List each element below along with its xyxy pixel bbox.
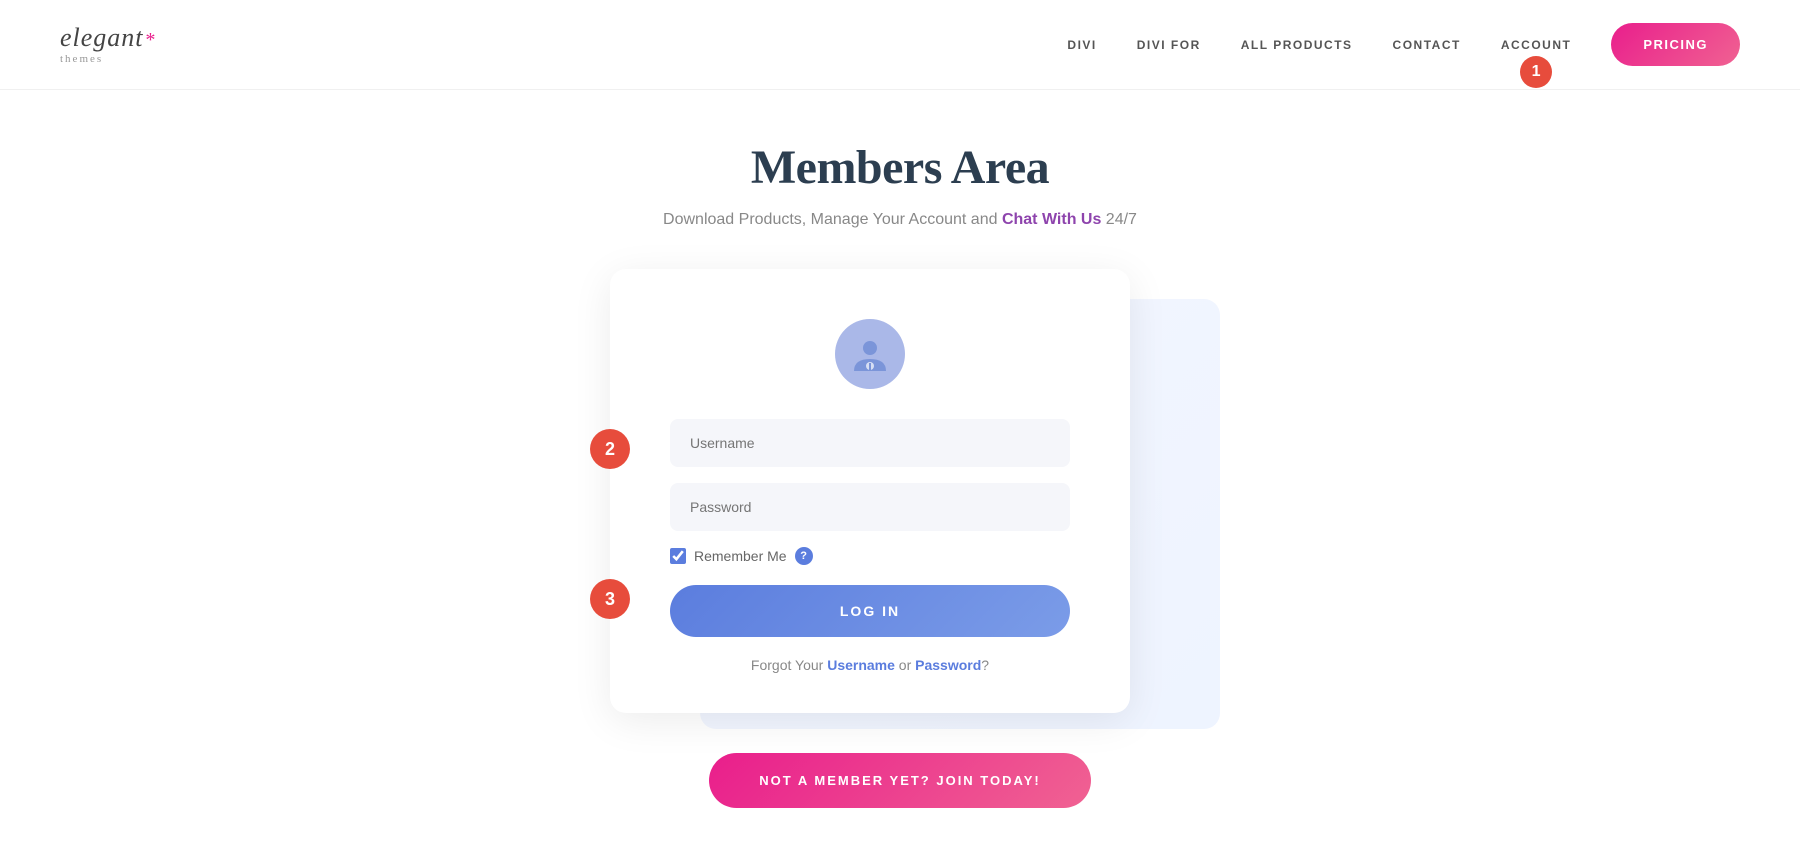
avatar bbox=[835, 319, 905, 389]
logo-star: * bbox=[145, 29, 156, 51]
nav-divi[interactable]: DIVI bbox=[1067, 38, 1096, 52]
forgot-prefix: Forgot Your bbox=[751, 657, 827, 673]
subtitle-prefix: Download Products, Manage Your Account a… bbox=[663, 211, 1002, 228]
page-title: Members Area bbox=[751, 140, 1049, 195]
nav-contact[interactable]: CONTACT bbox=[1393, 38, 1461, 52]
password-group bbox=[670, 483, 1070, 531]
username-input[interactable] bbox=[670, 419, 1070, 467]
login-card: Remember Me ? LOG IN Forgot Your Usernam… bbox=[610, 269, 1130, 713]
chat-link[interactable]: Chat With Us bbox=[1002, 211, 1101, 228]
logo-brand: elegant* bbox=[60, 23, 156, 52]
avatar-container bbox=[670, 319, 1070, 389]
badge-2: 2 bbox=[590, 429, 630, 469]
nav-all-products[interactable]: ALL PRODUCTS bbox=[1241, 38, 1353, 52]
join-button[interactable]: NOT A MEMBER YET? JOIN TODAY! bbox=[709, 753, 1090, 808]
nav-divi-for[interactable]: DIVI FOR bbox=[1137, 38, 1201, 52]
remember-label: Remember Me bbox=[694, 548, 787, 564]
subtitle-suffix: 24/7 bbox=[1101, 211, 1137, 228]
pricing-button[interactable]: PRICING bbox=[1611, 23, 1740, 66]
nav-account[interactable]: ACCOUNT bbox=[1501, 38, 1572, 52]
account-notification-badge: 1 bbox=[1520, 56, 1552, 88]
password-input[interactable] bbox=[670, 483, 1070, 531]
forgot-text: Forgot Your Username or Password? bbox=[670, 657, 1070, 673]
forgot-username-link[interactable]: Username bbox=[827, 657, 895, 673]
badge-3: 3 bbox=[590, 579, 630, 619]
remember-checkbox[interactable] bbox=[670, 548, 686, 564]
main-content: Members Area Download Products, Manage Y… bbox=[0, 90, 1800, 858]
forgot-password-link[interactable]: Password bbox=[915, 657, 981, 673]
help-icon[interactable]: ? bbox=[795, 547, 813, 565]
main-nav: DIVI DIVI FOR ALL PRODUCTS CONTACT ACCOU… bbox=[1067, 23, 1740, 66]
nav-account-wrapper[interactable]: ACCOUNT 1 bbox=[1501, 38, 1572, 52]
login-button[interactable]: LOG IN bbox=[670, 585, 1070, 637]
remember-row: Remember Me ? bbox=[670, 547, 1070, 565]
forgot-suffix: ? bbox=[981, 657, 989, 673]
logo[interactable]: elegant* themes bbox=[60, 25, 156, 65]
username-group bbox=[670, 419, 1070, 467]
logo-sub: themes bbox=[60, 53, 156, 65]
user-icon bbox=[849, 333, 891, 375]
page-subtitle: Download Products, Manage Your Account a… bbox=[663, 211, 1137, 229]
site-header: elegant* themes DIVI DIVI FOR ALL PRODUC… bbox=[0, 0, 1800, 90]
login-form-container: 2 3 bbox=[610, 269, 1190, 713]
forgot-or: or bbox=[895, 657, 915, 673]
